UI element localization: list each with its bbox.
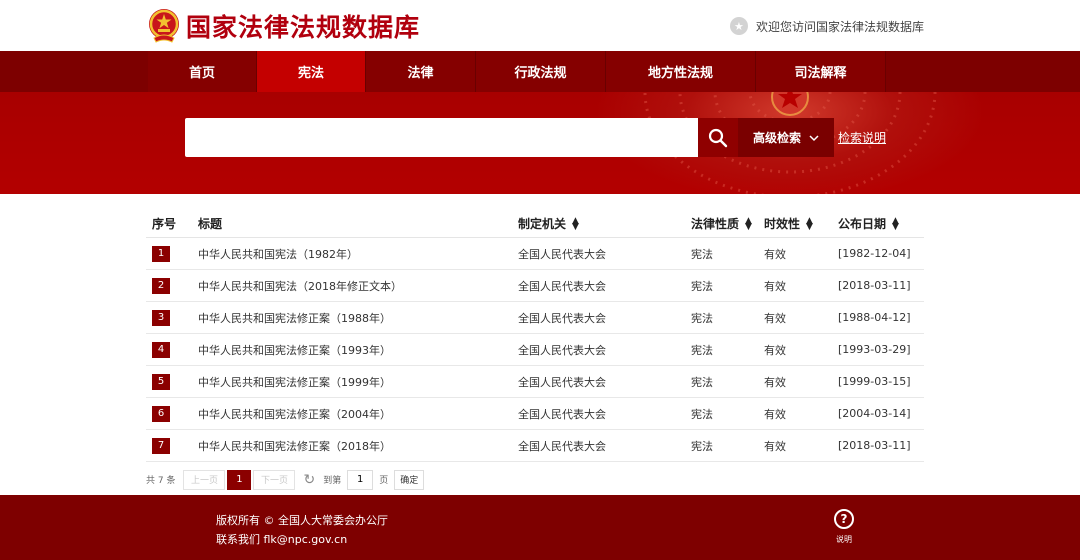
row-validity: 有效 bbox=[764, 375, 786, 389]
row-title-link[interactable]: 中华人民共和国宪法修正案（1993年） bbox=[198, 342, 518, 358]
pagination: 共 7 条 上一页 1 下一页 ↻ 到第 页 确定 bbox=[146, 469, 425, 490]
row-title-link[interactable]: 中华人民共和国宪法修正案（1999年） bbox=[198, 374, 518, 390]
row-validity: 有效 bbox=[764, 279, 786, 293]
help-label: 说明 bbox=[836, 535, 852, 544]
sort-icon[interactable]: ▲ ▼ bbox=[892, 217, 899, 232]
row-title-link[interactable]: 中华人民共和国宪法（1982年） bbox=[198, 246, 518, 262]
row-nature: 宪法 bbox=[691, 343, 713, 357]
col-header-title: 标题 bbox=[198, 216, 223, 231]
col-header-validity[interactable]: 时效性 ▲ ▼ bbox=[764, 215, 838, 232]
row-number: 7 bbox=[152, 437, 170, 454]
table-row[interactable]: 1 中华人民共和国宪法（1982年） 全国人民代表大会 宪法 有效 [1982-… bbox=[146, 238, 924, 270]
row-nature: 宪法 bbox=[691, 407, 713, 421]
row-number: 6 bbox=[152, 405, 170, 422]
chevron-down-icon bbox=[809, 134, 819, 141]
nav-item-law[interactable]: 法律 bbox=[366, 51, 476, 92]
row-number: 3 bbox=[152, 309, 170, 326]
row-date: [1988-04-12] bbox=[838, 311, 911, 324]
row-nature: 宪法 bbox=[691, 375, 713, 389]
star-icon: ★ bbox=[729, 17, 748, 35]
col-header-no: 序号 bbox=[152, 216, 177, 231]
site-header: 国家法律法规数据库 ★ 欢迎您访问国家法律法规数据库 bbox=[0, 0, 1080, 51]
nav-item-judicial-interpretation[interactable]: 司法解释 bbox=[756, 51, 886, 92]
table-row[interactable]: 2 中华人民共和国宪法（2018年修正文本） 全国人民代表大会 宪法 有效 [2… bbox=[146, 270, 924, 302]
site-logo[interactable]: 国家法律法规数据库 bbox=[148, 8, 420, 44]
table-row[interactable]: 5 中华人民共和国宪法修正案（1999年） 全国人民代表大会 宪法 有效 [19… bbox=[146, 366, 924, 398]
row-validity: 有效 bbox=[764, 439, 786, 453]
site-title: 国家法律法规数据库 bbox=[186, 13, 421, 42]
row-org: 全国人民代表大会 bbox=[518, 375, 606, 389]
welcome-message: ★ 欢迎您访问国家法律法规数据库 bbox=[729, 17, 924, 35]
row-org: 全国人民代表大会 bbox=[518, 279, 606, 293]
refresh-icon[interactable]: ↻ bbox=[303, 472, 315, 488]
copyright-text: 版权所有 © 全国人大常委会办公厅 bbox=[216, 514, 388, 527]
row-validity: 有效 bbox=[764, 343, 786, 357]
nav-item-local-regulations[interactable]: 地方性法规 bbox=[606, 51, 756, 92]
row-date: [2018-03-11] bbox=[838, 439, 911, 452]
goto-suffix: 页 bbox=[379, 476, 389, 486]
prev-page-button[interactable]: 上一页 bbox=[183, 469, 226, 490]
row-org: 全国人民代表大会 bbox=[518, 343, 606, 357]
row-validity: 有效 bbox=[764, 247, 786, 261]
row-org: 全国人民代表大会 bbox=[518, 247, 606, 261]
row-title-link[interactable]: 中华人民共和国宪法修正案（2004年） bbox=[198, 406, 518, 422]
table-header: 序号 标题 制定机关 ▲ ▼ 法律性质 ▲ ▼ 时效性 ▲ ▼ 公布日期 ▲ ▼ bbox=[146, 209, 924, 238]
next-page-button[interactable]: 下一页 bbox=[253, 469, 296, 490]
help-button[interactable]: ? 说明 bbox=[832, 509, 856, 545]
table-row[interactable]: 7 中华人民共和国宪法修正案（2018年） 全国人民代表大会 宪法 有效 [20… bbox=[146, 430, 924, 462]
main-nav: 首页 宪法 法律 行政法规 地方性法规 司法解释 bbox=[0, 51, 1080, 92]
row-org: 全国人民代表大会 bbox=[518, 311, 606, 325]
row-date: [1993-03-29] bbox=[838, 343, 911, 356]
row-validity: 有效 bbox=[764, 407, 786, 421]
row-org: 全国人民代表大会 bbox=[518, 407, 606, 421]
advanced-search-label: 高级检索 bbox=[752, 131, 801, 145]
nav-item-administrative-regulations[interactable]: 行政法规 bbox=[476, 51, 606, 92]
row-nature: 宪法 bbox=[691, 439, 713, 453]
row-nature: 宪法 bbox=[691, 247, 713, 261]
page-1-button[interactable]: 1 bbox=[227, 469, 252, 490]
table-row[interactable]: 4 中华人民共和国宪法修正案（1993年） 全国人民代表大会 宪法 有效 [19… bbox=[146, 334, 924, 366]
search-button[interactable] bbox=[698, 118, 738, 157]
row-title-link[interactable]: 中华人民共和国宪法（2018年修正文本） bbox=[198, 278, 518, 294]
row-number: 1 bbox=[152, 245, 170, 262]
sort-icon[interactable]: ▲ ▼ bbox=[745, 217, 752, 232]
row-number: 2 bbox=[152, 277, 170, 294]
sort-icon[interactable]: ▲ ▼ bbox=[806, 217, 813, 232]
row-number: 4 bbox=[152, 341, 170, 358]
sort-icon[interactable]: ▲ ▼ bbox=[572, 217, 579, 232]
table-row[interactable]: 6 中华人民共和国宪法修正案（2004年） 全国人民代表大会 宪法 有效 [20… bbox=[146, 398, 924, 430]
nav-item-home[interactable]: 首页 bbox=[148, 51, 257, 92]
goto-prefix: 到第 bbox=[323, 476, 342, 486]
col-header-nature[interactable]: 法律性质 ▲ ▼ bbox=[691, 215, 764, 232]
row-date: [1999-03-15] bbox=[838, 375, 911, 388]
nav-item-constitution[interactable]: 宪法 bbox=[257, 51, 366, 92]
total-count: 共 7 条 bbox=[146, 476, 176, 486]
row-date: [2018-03-11] bbox=[838, 279, 911, 292]
contact-text: 联系我们 flk@npc.gov.cn bbox=[216, 533, 348, 546]
row-nature: 宪法 bbox=[691, 311, 713, 325]
row-nature: 宪法 bbox=[691, 279, 713, 293]
row-title-link[interactable]: 中华人民共和国宪法修正案（2018年） bbox=[198, 438, 518, 454]
table-row[interactable]: 3 中华人民共和国宪法修正案（1988年） 全国人民代表大会 宪法 有效 [19… bbox=[146, 302, 924, 334]
row-org: 全国人民代表大会 bbox=[518, 439, 606, 453]
welcome-text: 欢迎您访问国家法律法规数据库 bbox=[755, 19, 924, 34]
site-footer: 版权所有 © 全国人大常委会办公厅 联系我们 flk@npc.gov.cn ? … bbox=[0, 495, 1080, 560]
row-title-link[interactable]: 中华人民共和国宪法修正案（1988年） bbox=[198, 310, 518, 326]
search-help-link[interactable]: 检索说明 bbox=[838, 129, 886, 146]
search-icon bbox=[708, 128, 728, 147]
goto-page-input[interactable] bbox=[347, 469, 374, 490]
results-table: 序号 标题 制定机关 ▲ ▼ 法律性质 ▲ ▼ 时效性 ▲ ▼ 公布日期 ▲ ▼ 1 中华人民共… bbox=[146, 209, 924, 462]
search-banner: 高级检索 检索说明 bbox=[0, 92, 1080, 194]
search-input[interactable] bbox=[185, 118, 698, 157]
col-header-org[interactable]: 制定机关 ▲ ▼ bbox=[518, 215, 691, 232]
row-number: 5 bbox=[152, 373, 170, 390]
national-emblem-icon bbox=[148, 8, 180, 44]
advanced-search-button[interactable]: 高级检索 bbox=[738, 118, 834, 157]
question-icon: ? bbox=[834, 509, 854, 529]
row-date: [2004-03-14] bbox=[838, 407, 911, 420]
row-date: [1982-12-04] bbox=[838, 247, 911, 260]
row-validity: 有效 bbox=[764, 311, 786, 325]
goto-confirm-button[interactable]: 确定 bbox=[394, 469, 425, 490]
col-header-date[interactable]: 公布日期 ▲ ▼ bbox=[838, 215, 924, 232]
